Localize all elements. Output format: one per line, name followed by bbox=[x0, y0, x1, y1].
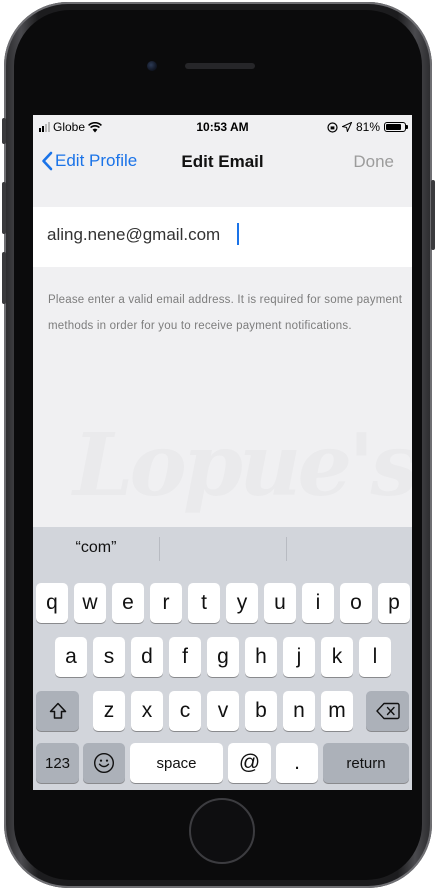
front-camera bbox=[147, 61, 157, 71]
volume-up-button bbox=[2, 182, 6, 234]
key-s[interactable]: s bbox=[93, 637, 125, 677]
key-x[interactable]: x bbox=[131, 691, 163, 731]
battery-percent: 81% bbox=[355, 120, 380, 134]
emoji-icon bbox=[93, 752, 115, 774]
brand-watermark: Lopue's bbox=[73, 415, 412, 516]
text-cursor bbox=[237, 223, 239, 245]
suggestion-divider bbox=[286, 537, 287, 561]
lock-rotation-icon bbox=[327, 121, 338, 133]
earpiece-speaker bbox=[185, 63, 255, 69]
helper-text: Please enter a valid email address. It i… bbox=[48, 294, 403, 332]
emoji-key[interactable] bbox=[83, 743, 125, 783]
key-h[interactable]: h bbox=[245, 637, 277, 677]
shift-icon bbox=[49, 702, 66, 719]
key-b[interactable]: b bbox=[245, 691, 277, 731]
key-e[interactable]: e bbox=[112, 583, 144, 623]
status-bar: Globe 10:53 AM 81% bbox=[33, 115, 412, 141]
key-r[interactable]: r bbox=[150, 583, 182, 623]
key-y[interactable]: y bbox=[226, 583, 258, 623]
navigation-bar: Edit Profile Edit Email Done bbox=[33, 141, 412, 185]
status-right: 81% bbox=[327, 120, 408, 134]
battery-level bbox=[386, 124, 401, 130]
key-w[interactable]: w bbox=[74, 583, 106, 623]
return-key[interactable]: return bbox=[323, 743, 409, 783]
at-key[interactable]: @ bbox=[228, 743, 271, 783]
mute-switch bbox=[2, 118, 6, 144]
key-u[interactable]: u bbox=[264, 583, 296, 623]
dot-key[interactable]: . bbox=[276, 743, 318, 783]
backspace-icon bbox=[375, 702, 400, 720]
key-g[interactable]: g bbox=[207, 637, 239, 677]
key-p[interactable]: p bbox=[378, 583, 410, 623]
key-i[interactable]: i bbox=[302, 583, 334, 623]
done-button[interactable]: Done bbox=[353, 152, 394, 172]
battery-icon bbox=[384, 122, 408, 132]
key-n[interactable]: n bbox=[283, 691, 315, 731]
backspace-key[interactable] bbox=[366, 691, 409, 731]
key-f[interactable]: f bbox=[169, 637, 201, 677]
suggestion-1[interactable]: “com” bbox=[33, 539, 159, 557]
key-d[interactable]: d bbox=[131, 637, 163, 677]
key-v[interactable]: v bbox=[207, 691, 239, 731]
key-k[interactable]: k bbox=[321, 637, 353, 677]
power-button bbox=[431, 180, 435, 250]
key-a[interactable]: a bbox=[55, 637, 87, 677]
email-field[interactable] bbox=[47, 225, 387, 245]
home-button[interactable] bbox=[189, 798, 255, 864]
key-j[interactable]: j bbox=[283, 637, 315, 677]
numbers-key[interactable]: 123 bbox=[36, 743, 79, 783]
shift-key[interactable] bbox=[36, 691, 79, 731]
location-icon bbox=[341, 122, 352, 132]
key-c[interactable]: c bbox=[169, 691, 201, 731]
key-l[interactable]: l bbox=[359, 637, 391, 677]
key-q[interactable]: q bbox=[36, 583, 68, 623]
key-o[interactable]: o bbox=[340, 583, 372, 623]
screen: Globe 10:53 AM 81% Edit Profile Edit Ema… bbox=[33, 115, 412, 790]
key-m[interactable]: m bbox=[321, 691, 353, 731]
keyboard: “com” q w e r t y u i o p a s d f g h j … bbox=[33, 527, 412, 790]
key-z[interactable]: z bbox=[93, 691, 125, 731]
email-field-row bbox=[33, 207, 412, 267]
space-key[interactable]: space bbox=[130, 743, 223, 783]
suggestion-divider bbox=[159, 537, 160, 561]
suggestion-bar: “com” bbox=[33, 527, 412, 569]
volume-down-button bbox=[2, 252, 6, 304]
key-t[interactable]: t bbox=[188, 583, 220, 623]
